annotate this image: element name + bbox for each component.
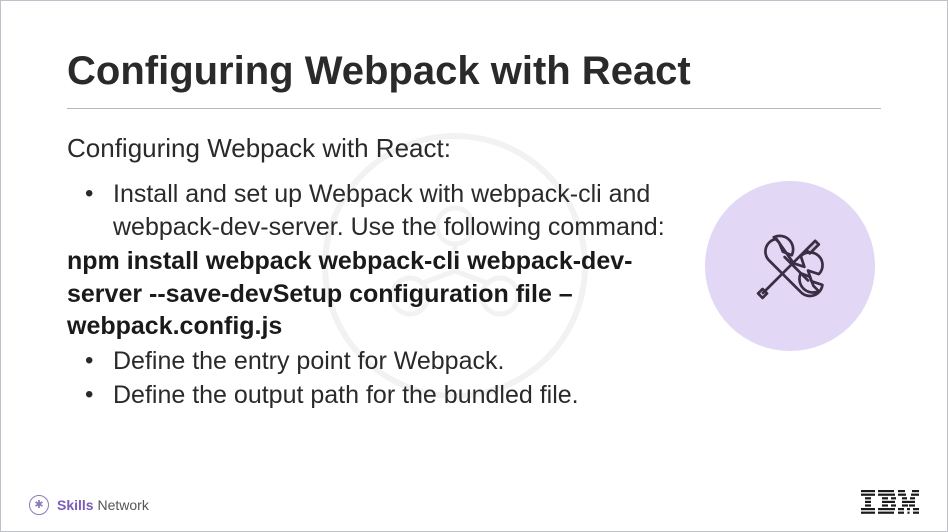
slide-title: Configuring Webpack with React <box>67 49 881 109</box>
network-label: Network <box>97 497 148 513</box>
subtitle: Configuring Webpack with React: <box>67 133 677 164</box>
skills-network-badge: ✱ Skills Network <box>29 495 149 515</box>
bullet-install: Install and set up Webpack with webpack-… <box>79 178 677 243</box>
body-text: Configuring Webpack with React: Install … <box>67 133 677 414</box>
skills-label: Skills <box>57 497 94 513</box>
tools-graphic <box>705 181 875 351</box>
wrench-screwdriver-icon <box>745 221 835 311</box>
gear-icon: ✱ <box>29 495 49 515</box>
bullet-entry: Define the entry point for Webpack. <box>79 345 677 378</box>
ibm-logo <box>861 490 919 519</box>
command-text: npm install webpack webpack-cli webpack-… <box>67 245 677 343</box>
bullet-output: Define the output path for the bundled f… <box>79 379 677 412</box>
